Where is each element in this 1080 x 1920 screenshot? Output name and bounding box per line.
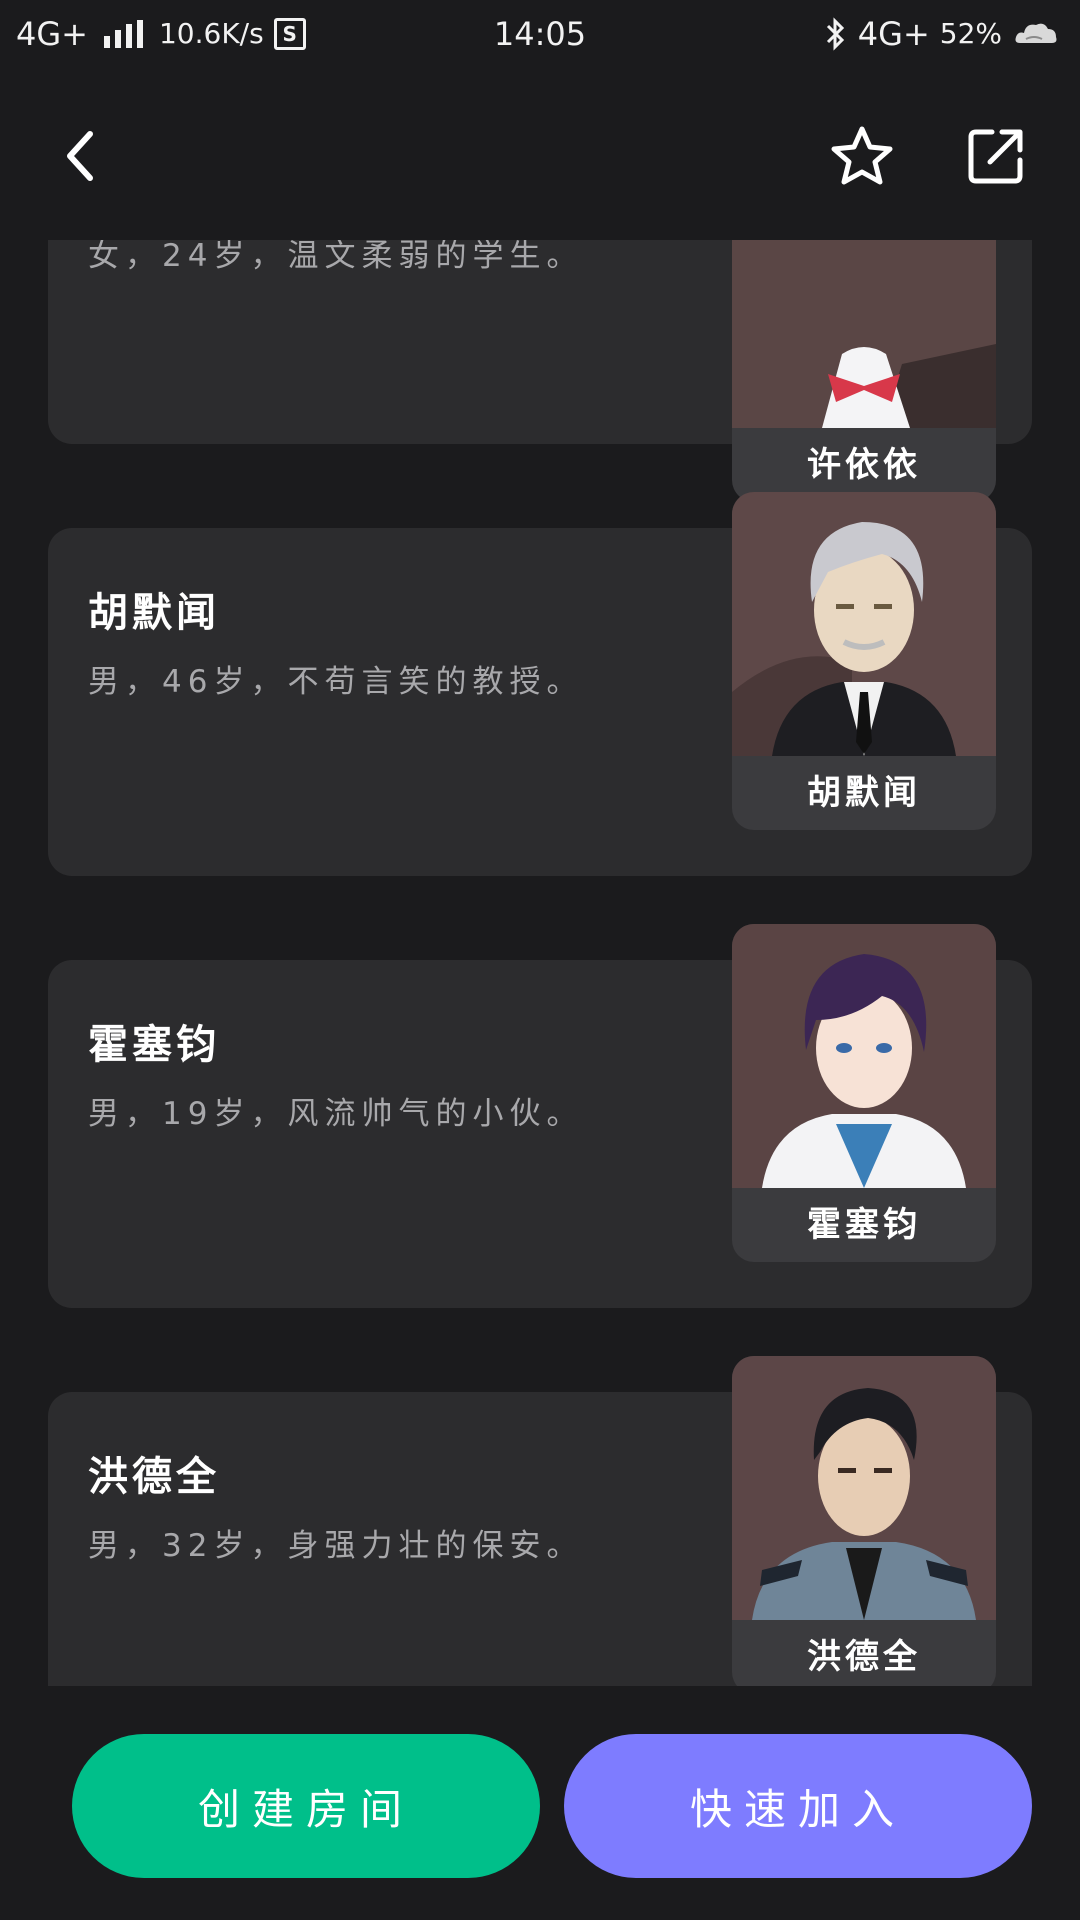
- character-avatar-card[interactable]: 霍塞钧: [732, 924, 996, 1262]
- status-bar: 4G+ 10.6K/s S 14:05 4G+ 52%: [0, 0, 1080, 72]
- character-avatar-card[interactable]: 胡默闻: [732, 492, 996, 830]
- create-room-button[interactable]: 创建房间: [72, 1734, 540, 1878]
- bluetooth-icon: [826, 17, 844, 51]
- battery-level: 52%: [939, 17, 1002, 50]
- share-external-icon: [968, 129, 1023, 184]
- back-button[interactable]: [40, 116, 120, 196]
- character-name: 洪德全: [88, 1454, 220, 1500]
- character-desc: 男，32岁，身强力壮的保安。: [88, 1528, 584, 1564]
- character-name: 胡默闻: [88, 590, 220, 636]
- character-desc: 男，46岁，不苟言笑的教授。: [88, 664, 584, 700]
- character-portrait-hong: [732, 1356, 996, 1620]
- status-right: 4G+ 52%: [824, 14, 1060, 54]
- cloud-icon: [1015, 23, 1057, 43]
- star-outline-icon: [831, 126, 893, 185]
- character-desc: 女，24岁，温文柔弱的学生。: [88, 240, 584, 274]
- chevron-left-icon: [67, 131, 93, 181]
- share-button[interactable]: [956, 116, 1036, 196]
- character-desc: 男，19岁，风流帅气的小伙。: [88, 1096, 584, 1132]
- character-portrait-xu: [732, 240, 996, 428]
- favorite-button[interactable]: [822, 116, 902, 196]
- avatar-label: 胡默闻: [807, 773, 921, 813]
- avatar-label: 洪德全: [807, 1637, 921, 1677]
- avatar-label: 霍塞钧: [807, 1205, 921, 1245]
- app-screen: 4G+ 10.6K/s S 14:05 4G+ 52% 女，24岁，温文柔弱的学…: [0, 0, 1080, 1920]
- character-portrait-hu: [732, 492, 996, 756]
- top-nav-bar: [0, 72, 1080, 240]
- quick-join-button[interactable]: 快速加入: [564, 1734, 1032, 1878]
- avatar-label: 许依依: [807, 445, 921, 485]
- character-portrait-huo: [732, 924, 996, 1188]
- character-name: 霍塞钧: [88, 1022, 220, 1068]
- character-avatar-card[interactable]: 许依依: [732, 240, 996, 502]
- character-list[interactable]: 女，24岁，温文柔弱的学生。 许依依 胡默闻 男，46岁，不苟言笑的教授。 胡默…: [0, 240, 1080, 1686]
- network-type-right: 4G+: [857, 15, 930, 53]
- character-avatar-card[interactable]: 洪德全: [732, 1356, 996, 1686]
